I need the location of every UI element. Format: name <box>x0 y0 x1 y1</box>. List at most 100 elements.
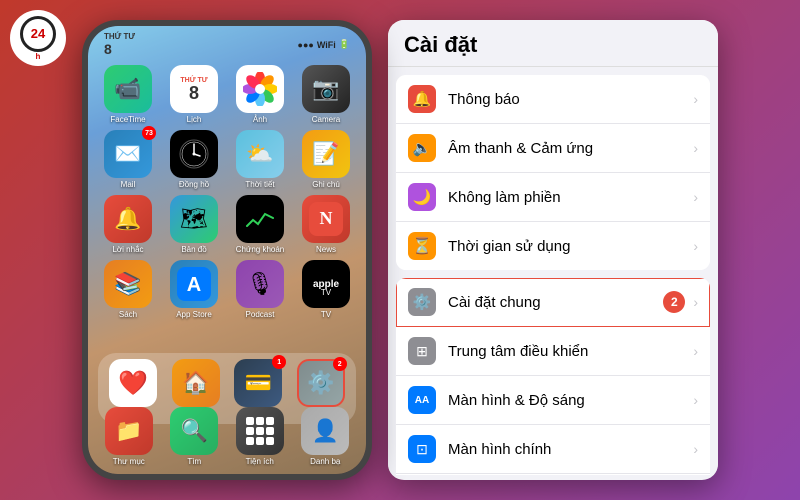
tienich-label: Tiện ích <box>246 457 274 466</box>
settings-item-manhinhchinh[interactable]: ⊡ Màn hình chính › <box>396 425 710 474</box>
app-stocks[interactable]: Chứng khoán <box>230 195 290 254</box>
khonglamphien-icon: 🌙 <box>408 183 436 211</box>
logo: 24 h <box>10 10 66 66</box>
camera-label: Camera <box>312 115 340 124</box>
manhinhchinh-chevron: › <box>693 441 698 457</box>
caidatchung-label: Cài đặt chung <box>448 294 663 311</box>
camera-icon: 📷 <box>302 65 350 113</box>
books-icon: 📚 <box>104 260 152 308</box>
settings-app-icon: ⚙️ 2 <box>297 359 345 407</box>
trungtam-label: Trung tâm điều khiển <box>448 343 693 360</box>
app-mail[interactable]: ✉️ 73 Mail <box>98 130 158 189</box>
settings-item-manhinhdosang[interactable]: AA Màn hình & Độ sáng › <box>396 376 710 425</box>
khonglamphien-chevron: › <box>693 189 698 205</box>
wallet-icon: 💳 1 <box>234 359 282 407</box>
app-books[interactable]: 📚 Sách <box>98 260 158 319</box>
settings-item-trungtam[interactable]: ⊞ Trung tâm điều khiển › <box>396 327 710 376</box>
app-maps[interactable]: 🗺 Bản đồ <box>164 195 224 254</box>
manhinhchinh-label: Màn hình chính <box>448 441 693 458</box>
app-news[interactable]: N News <box>296 195 356 254</box>
photos-icon <box>236 65 284 113</box>
settings-panel: Cài đặt 🔔 Thông báo › 🔈 Âm thanh & Cả <box>388 20 718 480</box>
notes-label: Ghi chú <box>312 180 340 189</box>
app-photos[interactable]: Ảnh <box>230 65 290 124</box>
thurmuc-label: Thư mục <box>113 457 145 466</box>
app-appstore[interactable]: A App Store <box>164 260 224 319</box>
photos-label: Ảnh <box>253 115 267 124</box>
appletv-icon: apple TV <box>302 260 350 308</box>
health-icon: ❤️ <box>109 359 157 407</box>
weather-icon: ⛅ <box>236 130 284 178</box>
app-facetime[interactable]: 📹 FaceTime <box>98 65 158 124</box>
clock-label: Đồng hồ <box>179 180 209 189</box>
caidatchung-icon: ⚙️ <box>408 288 436 316</box>
settings-item-amthanh[interactable]: 🔈 Âm thanh & Cảm ứng › <box>396 124 710 173</box>
app-clock[interactable]: Đồng hồ <box>164 130 224 189</box>
thurmuc-icon: 📁 <box>105 407 153 455</box>
thoigian-chevron: › <box>693 238 698 254</box>
appstore-icon: A <box>170 260 218 308</box>
manhinh-chevron: › <box>693 392 698 408</box>
app-camera[interactable]: 📷 Camera <box>296 65 356 124</box>
settings-item-khonglamphien[interactable]: 🌙 Không làm phiền › <box>396 173 710 222</box>
amthanh-label: Âm thanh & Cảm ứng <box>448 140 693 157</box>
app-thurmuc[interactable]: 📁 Thư mục <box>98 407 160 466</box>
trungtam-icon: ⊞ <box>408 337 436 365</box>
app-reminder[interactable]: 🔔 Lời nhắc <box>98 195 158 254</box>
phone-screen: THỨ TƯ8 ●●● WiFi 🔋 📹 FaceTime <box>88 26 366 474</box>
logo-unit: h <box>36 52 41 61</box>
podcast-label: Podcast <box>246 310 275 319</box>
app-grid: 📹 FaceTime THỨ TƯ 8 Lịch <box>88 61 366 323</box>
thongbao-chevron: › <box>693 91 698 107</box>
logo-number: 24 <box>31 27 45 40</box>
settings-item-thoigiansudung[interactable]: ⏳ Thời gian sử dụng › <box>396 222 710 270</box>
trungtam-chevron: › <box>693 343 698 359</box>
mail-icon: ✉️ 73 <box>104 130 152 178</box>
app-tim[interactable]: 🔍 Tìm <box>164 407 226 466</box>
tim-label: Tìm <box>187 457 201 466</box>
thongbao-icon: 🔔 <box>408 85 436 113</box>
reminder-icon: 🔔 <box>104 195 152 243</box>
app-calendar[interactable]: THỨ TƯ 8 Lịch <box>164 65 224 124</box>
thoigian-icon: ⏳ <box>408 232 436 260</box>
caidatchung-badge: 2 <box>663 291 685 313</box>
status-time: THỨ TƯ8 <box>104 32 135 57</box>
settings-section-2: ⚙️ Cài đặt chung 2 › ⊞ Trung tâm điều kh… <box>396 278 710 475</box>
calendar-label: Lịch <box>187 115 202 124</box>
contacts-icon: 👤 <box>301 407 349 455</box>
news-icon: N <box>302 195 350 243</box>
settings-list: 🔔 Thông báo › 🔈 Âm thanh & Cảm ứng › <box>388 67 718 475</box>
books-label: Sách <box>119 310 137 319</box>
news-label: News <box>316 245 336 254</box>
appletv-label: TV <box>321 310 331 319</box>
settings-section-1: 🔔 Thông báo › 🔈 Âm thanh & Cảm ứng › <box>396 75 710 270</box>
phone: THỨ TƯ8 ●●● WiFi 🔋 📹 FaceTime <box>82 20 372 480</box>
clock-icon <box>170 130 218 178</box>
settings-item-tronang[interactable]: ♿ Trợ năng › <box>396 474 710 475</box>
app-contacts[interactable]: 👤 Danh bạ <box>295 407 357 466</box>
status-bar: THỨ TƯ8 ●●● WiFi 🔋 <box>88 26 366 61</box>
manhinh-label: Màn hình & Độ sáng <box>448 392 693 409</box>
settings-title: Cài đặt <box>388 20 718 67</box>
thoigian-label: Thời gian sử dụng <box>448 238 693 255</box>
app-notes[interactable]: 📝 Ghi chú <box>296 130 356 189</box>
settings-item-thongbao[interactable]: 🔔 Thông báo › <box>396 75 710 124</box>
calendar-icon: THỨ TƯ 8 <box>170 65 218 113</box>
settings-title-text: Cài đặt <box>404 32 477 57</box>
app-tienich[interactable]: Tiện ích <box>229 407 291 466</box>
settings-badge: 2 <box>333 357 347 371</box>
thongbao-label: Thông báo <box>448 91 693 108</box>
app-podcast[interactable]: 🎙 Podcast <box>230 260 290 319</box>
facetime-label: FaceTime <box>110 115 145 124</box>
manhinh-icon: AA <box>408 386 436 414</box>
app-weather[interactable]: ⛅ Thời tiết <box>230 130 290 189</box>
maps-icon: 🗺 <box>170 195 218 243</box>
phone-wrapper: THỨ TƯ8 ●●● WiFi 🔋 📹 FaceTime <box>82 20 372 480</box>
manhinhchinh-icon: ⊡ <box>408 435 436 463</box>
tim-icon: 🔍 <box>170 407 218 455</box>
facetime-icon: 📹 <box>104 65 152 113</box>
khonglamphien-label: Không làm phiền <box>448 189 693 206</box>
contacts-label: Danh bạ <box>310 457 340 466</box>
app-appletv[interactable]: apple TV TV <box>296 260 356 319</box>
settings-item-caidatchung[interactable]: ⚙️ Cài đặt chung 2 › <box>396 278 710 327</box>
